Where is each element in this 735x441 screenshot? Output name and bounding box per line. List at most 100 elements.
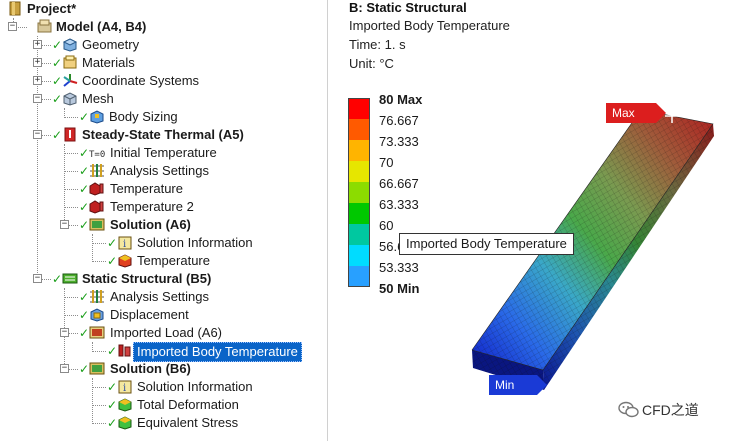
tree-node-label: Temperature [137,253,210,268]
outline-tree[interactable]: Project* − Model (A4, B4) + ✓ Geometry +… [0,0,328,441]
tree-node-solution-information-b[interactable]: ✓ i Solution Information [0,378,328,396]
tree-node-label: Model (A4, B4) [56,19,147,34]
tree-node-label: Displacement [110,307,189,322]
tree-node-mesh[interactable]: − ✓ Mesh [0,90,328,108]
tree-node-label: Imported Body Temperature [133,342,302,362]
collapse-toggle[interactable]: − [33,274,42,283]
project-icon [8,1,24,16]
temperature-icon [89,181,105,196]
expand-toggle[interactable]: + [33,58,42,67]
checkmark-icon: ✓ [107,398,118,412]
tree-node-imported-body-temperature[interactable]: ✓ Imported Body Temperature [0,342,328,362]
initial-temperature-icon: T=0 [89,145,105,160]
checkmark-icon: ✓ [79,290,90,304]
analysis-settings-icon [89,163,105,178]
wechat-icon [618,401,639,418]
checkmark-icon: ✓ [52,74,63,88]
mesh-icon [62,91,78,106]
tree-node-model[interactable]: − Model (A4, B4) [0,18,328,36]
tree-node-label: Equivalent Stress [137,415,239,430]
tree-node-static-structural[interactable]: − ✓ Static Structural (B5) [0,270,328,288]
imported-body-temperature-icon [117,343,133,358]
checkmark-icon: ✓ [52,38,63,52]
svg-text:i: i [123,383,126,394]
tree-node-label: Temperature [110,181,183,196]
tree-node-analysis-settings-b[interactable]: ✓ Analysis Settings [0,288,328,306]
geometry-icon [62,37,78,52]
max-label-flag: Max [606,103,666,123]
tree-node-label: Total Deformation [137,397,239,412]
tree-node-steady-state-thermal[interactable]: − ✓ Steady-State Thermal (A5) [0,126,328,144]
collapse-toggle[interactable]: − [60,328,69,337]
temperature-icon [89,199,105,214]
expand-toggle[interactable]: + [33,40,42,49]
checkmark-icon: ✓ [79,362,90,376]
tree-node-imported-load[interactable]: − ✓ Imported Load (A6) [0,324,328,342]
checkmark-icon: ✓ [107,344,118,358]
checkmark-icon: ✓ [107,236,118,250]
tree-node-label: Temperature 2 [110,199,194,214]
materials-icon [62,55,78,70]
probe-annotation[interactable]: Imported Body Temperature [399,233,574,255]
tree-node-total-deformation[interactable]: ✓ Total Deformation [0,396,328,414]
imported-load-icon [89,325,105,340]
svg-text:T=0: T=0 [89,150,105,160]
collapse-toggle[interactable]: − [33,94,42,103]
tree-node-label: Imported Load (A6) [110,325,223,340]
tree-node-temperature-2[interactable]: ✓ Temperature 2 [0,198,328,216]
checkmark-icon: ✓ [79,326,90,340]
tree-node-displacement[interactable]: ✓ Displacement [0,306,328,324]
collapse-toggle[interactable]: − [60,364,69,373]
equivalent-stress-icon [117,415,133,430]
tree-node-label: Materials [82,55,135,70]
tree-node-equivalent-stress[interactable]: ✓ Equivalent Stress [0,414,328,432]
tree-node-label: Static Structural (B5) [82,271,212,286]
tree-node-label: Coordinate Systems [82,73,200,88]
checkmark-icon: ✓ [79,308,90,322]
solution-information-icon: i [117,235,133,250]
solution-icon [89,217,105,232]
expand-toggle[interactable]: + [33,76,42,85]
checkmark-icon: ✓ [107,254,118,268]
checkmark-icon: ✓ [52,272,63,286]
model-icon [37,19,53,34]
analysis-settings-icon [89,289,105,304]
tree-node-label: Mesh [82,91,114,106]
tree-node-label: Geometry [82,37,140,52]
tree-node-coordinate-systems[interactable]: + ✓ Coordinate Systems [0,72,328,90]
tree-node-initial-temperature[interactable]: ✓ T=0 Initial Temperature [0,144,328,162]
total-deformation-icon [117,397,133,412]
tree-node-temperature-result[interactable]: ✓ Temperature [0,252,328,270]
solution-information-icon: i [117,379,133,394]
tree-node-solution-b6[interactable]: − ✓ Solution (B6) [0,360,328,378]
tree-node-temperature[interactable]: ✓ Temperature [0,180,328,198]
tree-node-label: Analysis Settings [110,163,209,178]
static-structural-icon [62,271,78,286]
tree-node-geometry[interactable]: + ✓ Geometry [0,36,328,54]
watermark: CFD之道 [616,398,734,422]
displacement-icon [89,307,105,322]
collapse-toggle[interactable]: − [33,130,42,139]
tree-node-label: Solution (B6) [110,361,191,376]
tree-node-solution-information[interactable]: ✓ i Solution Information [0,234,328,252]
tree-node-solution-a6[interactable]: − ✓ Solution (A6) [0,216,328,234]
tree-node-body-sizing[interactable]: ✓ Body Sizing [0,108,328,126]
checkmark-icon: ✓ [79,200,90,214]
collapse-toggle[interactable]: − [60,220,69,229]
thermal-icon [62,127,78,142]
tree-node-label: Analysis Settings [110,289,209,304]
temperature-result-icon [117,253,133,268]
tree-node-label: Project* [27,1,77,16]
tree-node-label: Solution Information [137,379,253,394]
checkmark-icon: ✓ [79,146,90,160]
checkmark-icon: ✓ [52,56,63,70]
collapse-toggle[interactable]: − [8,22,17,31]
checkmark-icon: ✓ [52,92,63,106]
graphics-viewport[interactable]: B: Static Structural Imported Body Tempe… [329,0,735,441]
svg-text:i: i [123,239,126,250]
tree-node-materials[interactable]: + ✓ Materials [0,54,328,72]
tree-node-project[interactable]: Project* [0,0,328,18]
body-sizing-icon [89,109,105,124]
checkmark-icon: ✓ [107,380,118,394]
tree-node-analysis-settings[interactable]: ✓ Analysis Settings [0,162,328,180]
